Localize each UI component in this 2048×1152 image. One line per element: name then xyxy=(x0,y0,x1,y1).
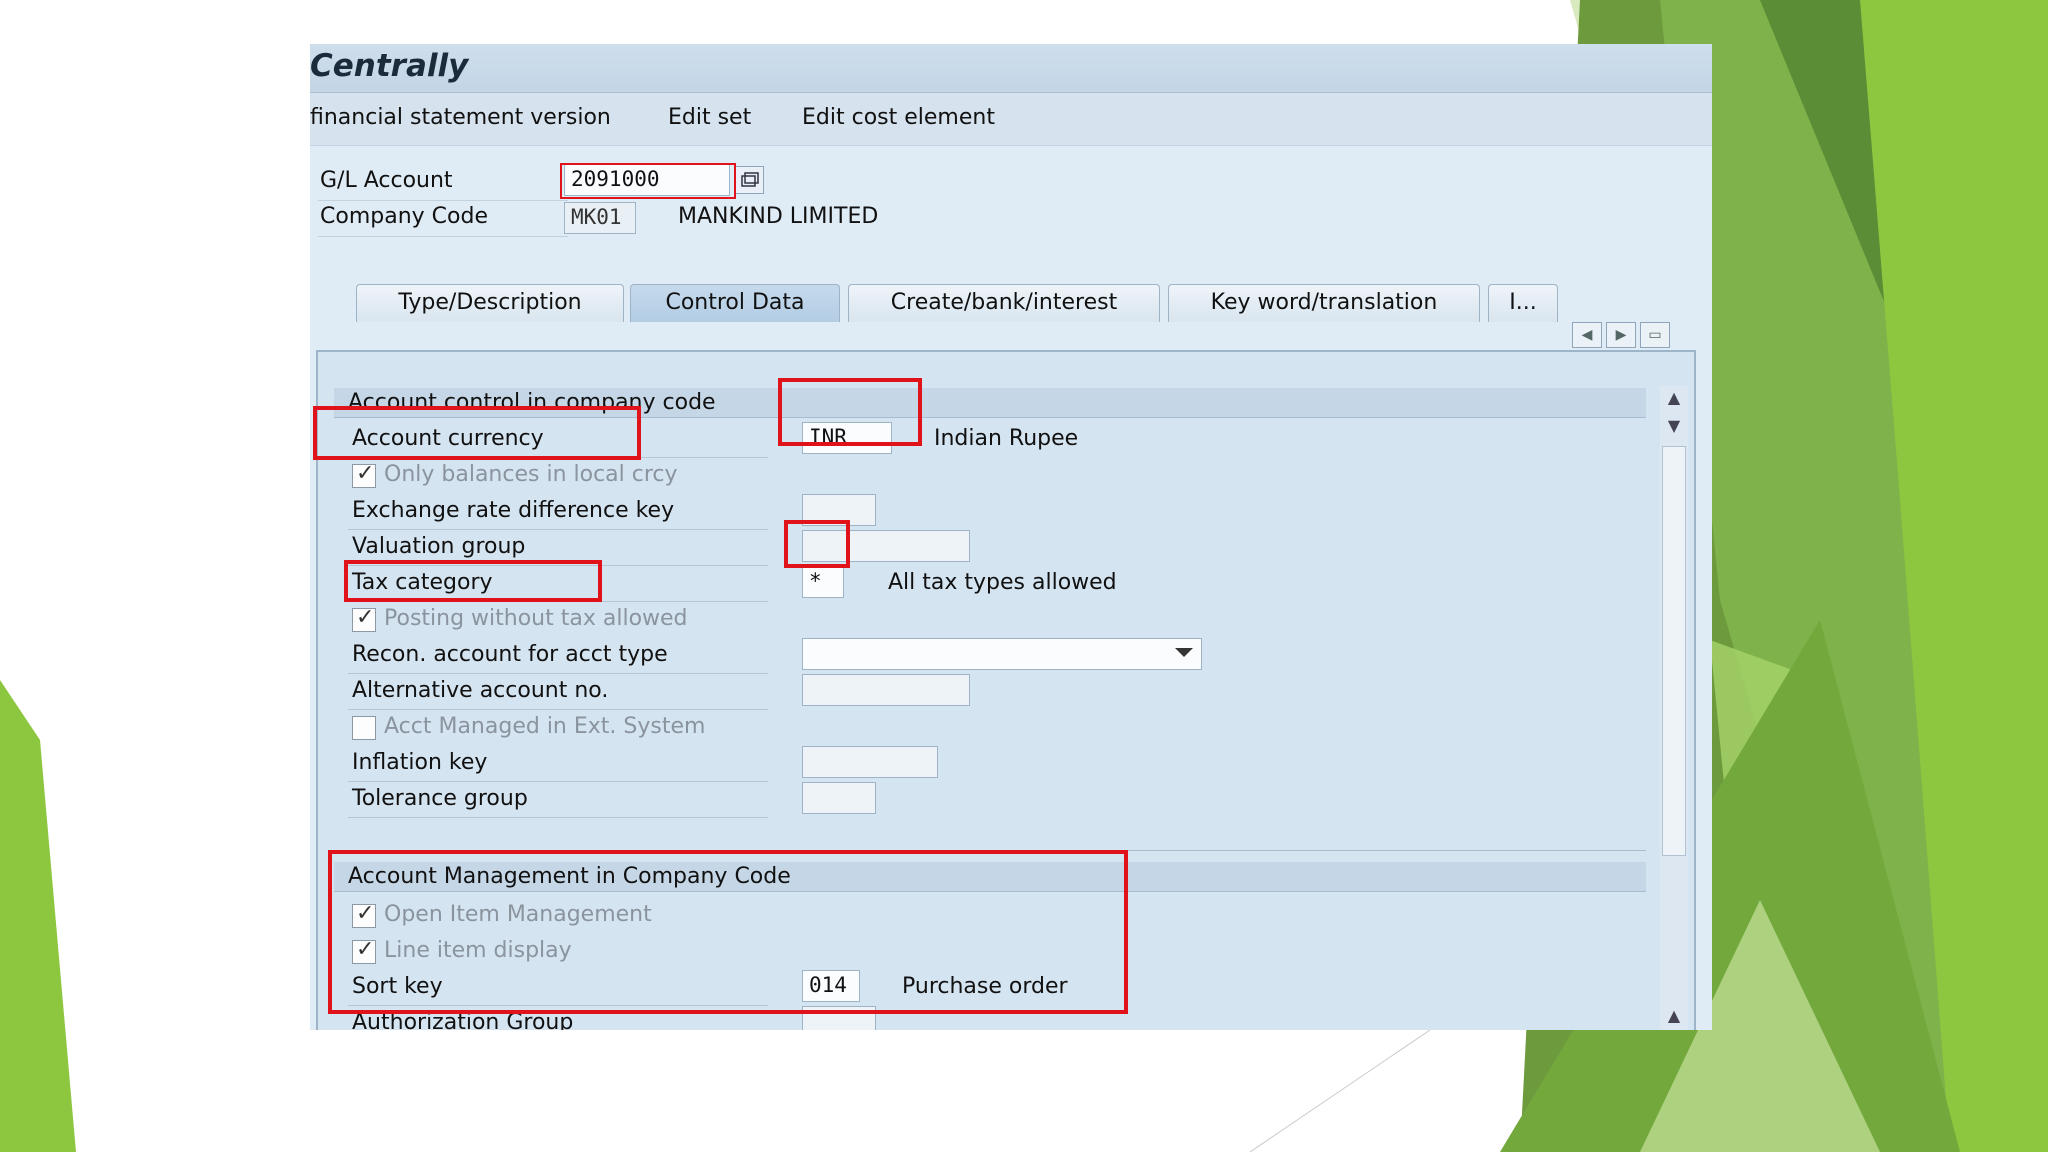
title-bar: Centrally xyxy=(310,44,1712,93)
dropdown-arrow-icon xyxy=(1175,648,1193,657)
inflation-key-label: Inflation key xyxy=(352,750,488,775)
highlight-posting-without-tax xyxy=(344,560,602,602)
scroll-up-icon[interactable]: ▲ xyxy=(1662,386,1686,410)
tab-type-description[interactable]: Type/Description xyxy=(356,284,624,322)
gl-account-value-help-button[interactable] xyxy=(734,166,764,194)
company-code-field: MK01 xyxy=(564,202,636,234)
tax-category-desc: All tax types allowed xyxy=(888,570,1117,595)
valuation-group-label: Valuation group xyxy=(352,534,526,559)
recon-account-dropdown[interactable] xyxy=(802,638,1202,670)
menu-item-financial-statement-version[interactable]: financial statement version xyxy=(310,105,611,130)
tab-strip: Type/Description Control Data Create/ban… xyxy=(318,276,1698,322)
highlight-only-balances xyxy=(313,406,641,460)
highlight-gl-account xyxy=(560,163,736,199)
company-code-label: Company Code xyxy=(320,204,488,229)
tab-control-data[interactable]: Control Data xyxy=(630,284,840,322)
scroll-page-up-icon[interactable]: ▲ xyxy=(1662,1004,1686,1028)
tab-more[interactable]: I... xyxy=(1488,284,1558,322)
gl-account-label: G/L Account xyxy=(320,168,453,193)
tab-scroll-right-button[interactable]: ▶ xyxy=(1606,322,1636,348)
posting-without-tax-label: Posting without tax allowed xyxy=(384,606,688,631)
tab-create-bank-interest[interactable]: Create/bank/interest xyxy=(848,284,1160,322)
acct-managed-checkbox[interactable] xyxy=(352,716,376,740)
scroll-down-icon[interactable]: ▼ xyxy=(1662,414,1686,438)
menu-item-edit-cost-element[interactable]: Edit cost element xyxy=(802,105,995,130)
highlight-account-management xyxy=(328,850,1128,1014)
checkmark-icon: ✓ xyxy=(356,605,375,630)
sap-window: Centrally financial statement version Ed… xyxy=(310,44,1712,1030)
posting-without-tax-checkbox[interactable]: ✓ xyxy=(352,605,376,632)
exchange-rate-label: Exchange rate difference key xyxy=(352,498,675,523)
highlight-account-currency xyxy=(778,378,922,446)
tolerance-group-label: Tolerance group xyxy=(352,786,528,811)
scroll-thumb[interactable] xyxy=(1662,446,1686,856)
alt-account-label: Alternative account no. xyxy=(352,678,609,703)
account-currency-desc: Indian Rupee xyxy=(934,426,1079,451)
inflation-key-input[interactable] xyxy=(802,746,938,778)
menu-item-edit-set[interactable]: Edit set xyxy=(668,105,751,130)
tax-category-input[interactable]: * xyxy=(802,566,844,598)
acct-managed-label: Acct Managed in Ext. System xyxy=(384,714,706,739)
company-name: MANKIND LIMITED xyxy=(678,204,879,229)
highlight-tax-category xyxy=(784,520,850,568)
only-balances-label: Only balances in local crcy xyxy=(384,462,678,487)
alt-account-input[interactable] xyxy=(802,674,970,706)
checkmark-icon: ✓ xyxy=(356,461,375,486)
recon-account-label: Recon. account for acct type xyxy=(352,642,668,667)
value-help-icon xyxy=(741,172,759,187)
tab-scroll-left-button[interactable]: ◀ xyxy=(1572,322,1602,348)
tab-list-button[interactable]: ▭ xyxy=(1640,322,1670,348)
vertical-scrollbar[interactable]: ▲ ▼ ▲ ▼ xyxy=(1660,386,1688,1030)
tolerance-group-input[interactable] xyxy=(802,782,876,814)
window-title: Centrally xyxy=(310,48,469,84)
only-balances-checkbox[interactable]: ✓ xyxy=(352,461,376,488)
tab-key-word-translation[interactable]: Key word/translation xyxy=(1168,284,1480,322)
menu-bar: financial statement version Edit set Edi… xyxy=(310,93,1712,146)
